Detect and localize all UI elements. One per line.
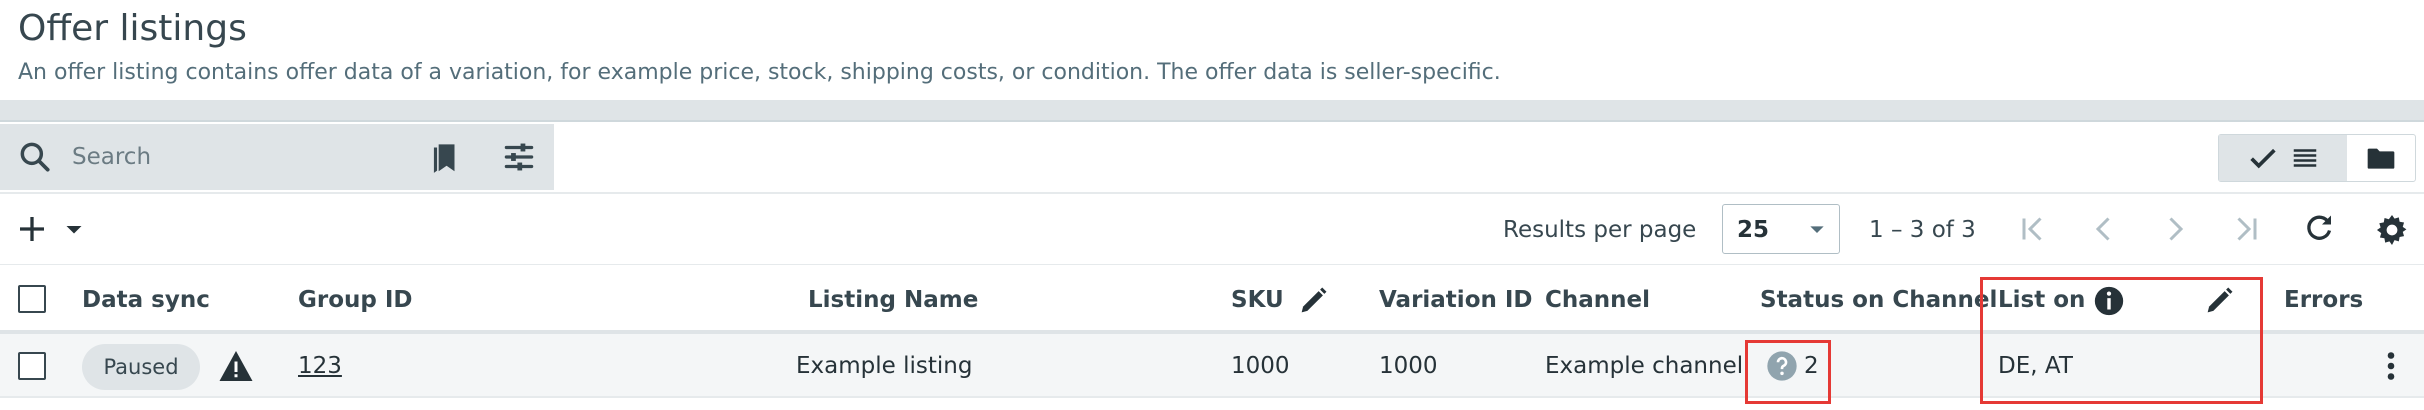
dropdown-arrow-icon — [1801, 213, 1833, 245]
checkmark-icon — [2246, 141, 2280, 175]
edit-sku-pencil-icon[interactable] — [1296, 284, 1330, 318]
page-title: Offer listings — [18, 8, 247, 49]
list-on-highlight-box — [1980, 277, 2263, 404]
results-per-page-select[interactable]: 25 — [1722, 204, 1840, 254]
column-header-status-on-channel[interactable]: Status on Channel — [1760, 287, 1997, 313]
search-bar — [0, 124, 554, 190]
warning-icon — [218, 349, 254, 383]
page-description: An offer listing contains offer data of … — [18, 60, 1501, 85]
column-header-variation-id[interactable]: Variation ID — [1379, 287, 1533, 313]
search-icon[interactable] — [16, 138, 54, 176]
row-checkbox[interactable] — [18, 352, 46, 380]
table-toolbar: Results per page 25 1 – 3 of 3 — [0, 194, 2424, 264]
filter-sliders-icon[interactable] — [500, 138, 538, 176]
refresh-icon[interactable] — [2301, 211, 2337, 247]
cell-listing-name: Example listing — [796, 353, 973, 379]
cell-variation-id: 1000 — [1379, 353, 1438, 379]
view-toggle-active[interactable] — [2219, 135, 2347, 181]
folder-icon — [2365, 142, 2397, 174]
column-header-channel[interactable]: Channel — [1545, 287, 1650, 313]
chevron-down-icon[interactable] — [56, 211, 92, 247]
header-divider — [0, 100, 2424, 122]
list-view-icon — [2290, 143, 2320, 173]
more-vertical-icon[interactable] — [2376, 348, 2406, 384]
results-per-page-value: 25 — [1737, 217, 1770, 243]
column-header-errors[interactable]: Errors — [2284, 287, 2363, 313]
group-id-link[interactable]: 123 — [298, 353, 342, 379]
previous-page-icon[interactable] — [2086, 211, 2122, 247]
folder-view-button[interactable] — [2347, 135, 2415, 181]
column-header-data-sync[interactable]: Data sync — [82, 287, 210, 313]
first-page-icon[interactable] — [2015, 211, 2051, 247]
gear-icon[interactable] — [2373, 211, 2409, 247]
results-per-page-label: Results per page — [1503, 217, 1697, 243]
column-header-sku[interactable]: SKU — [1231, 287, 1284, 313]
plus-icon[interactable] — [14, 211, 50, 247]
page-header: Offer listings An offer listing contains… — [0, 0, 2424, 100]
select-all-checkbox[interactable] — [18, 285, 46, 313]
column-header-listing-name[interactable]: Listing Name — [808, 287, 978, 313]
view-switcher — [2218, 134, 2416, 182]
column-header-group-id[interactable]: Group ID — [298, 287, 413, 313]
bookmark-icon[interactable] — [426, 138, 464, 176]
search-input[interactable] — [72, 136, 402, 178]
next-page-icon[interactable] — [2157, 211, 2193, 247]
status-badge: Paused — [82, 344, 200, 390]
cell-channel: Example channel — [1545, 353, 1744, 379]
pagination-range: 1 – 3 of 3 — [1869, 217, 1976, 243]
cell-sku: 1000 — [1231, 353, 1290, 379]
status-highlight-box — [1745, 340, 1831, 404]
last-page-icon[interactable] — [2228, 211, 2264, 247]
